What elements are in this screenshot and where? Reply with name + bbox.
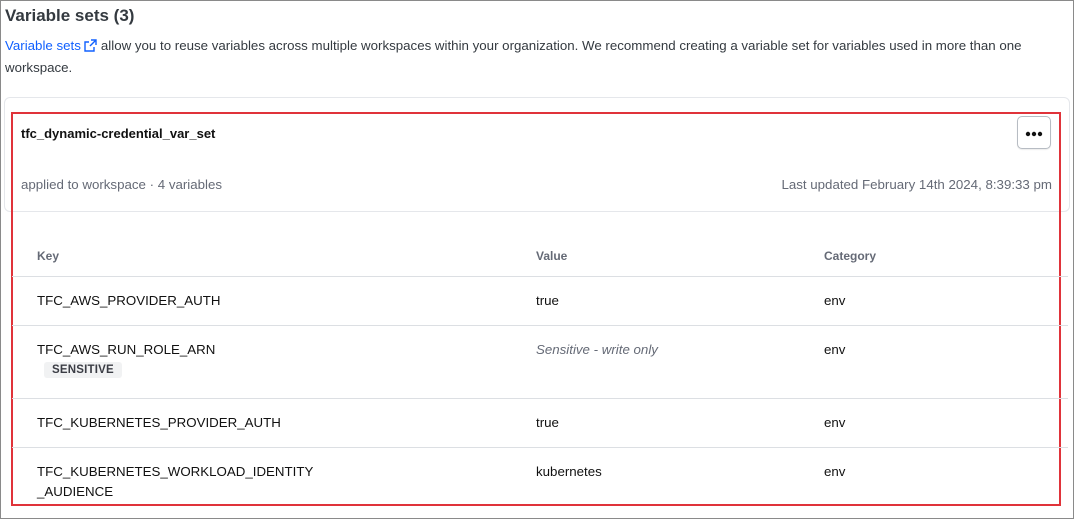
header-divider: [12, 276, 1068, 277]
row-3-value: true: [536, 415, 559, 430]
column-header-value: Value: [536, 249, 568, 263]
row-3-key: TFC_KUBERNETES_PROVIDER_AUTH: [37, 415, 281, 430]
description-text: allow you to reuse variables across mult…: [5, 38, 1022, 75]
row-4-category: env: [824, 464, 846, 479]
variable-sets-link[interactable]: Variable sets: [5, 38, 81, 53]
row-2-category: env: [824, 342, 846, 357]
row-1-value: true: [536, 293, 559, 308]
column-header-category: Category: [824, 249, 877, 263]
sensitive-badge: SENSITIVE: [44, 362, 122, 378]
ellipsis-icon: [1025, 124, 1043, 142]
last-updated: Last updated February 14th 2024, 8:39:33…: [781, 177, 1052, 192]
row-3-category: env: [824, 415, 846, 430]
column-header-key: Key: [37, 249, 60, 263]
variable-set-name: tfc_dynamic-credential_var_set: [21, 126, 216, 141]
row-divider: [12, 325, 1068, 326]
external-link-icon[interactable]: [84, 38, 97, 58]
row-divider: [12, 398, 1068, 399]
section-title: Variable sets (3): [5, 6, 135, 25]
row-divider: [12, 447, 1068, 448]
row-2-key: TFC_AWS_RUN_ROLE_ARN: [37, 342, 216, 357]
more-options-button[interactable]: [1017, 116, 1051, 149]
row-1-category: env: [824, 293, 846, 308]
variable-set-meta: applied to workspace · 4 variables: [21, 177, 223, 192]
row-1-key: TFC_AWS_PROVIDER_AUTH: [37, 293, 221, 308]
row-4-value: kubernetes: [536, 464, 602, 479]
section-description: Variable sets allow you to reuse variable…: [5, 36, 1067, 78]
row-4-key: TFC_KUBERNETES_WORKLOAD_IDENTITY _AUDIEN…: [37, 464, 314, 499]
row-2-value: Sensitive - write only: [536, 342, 658, 357]
